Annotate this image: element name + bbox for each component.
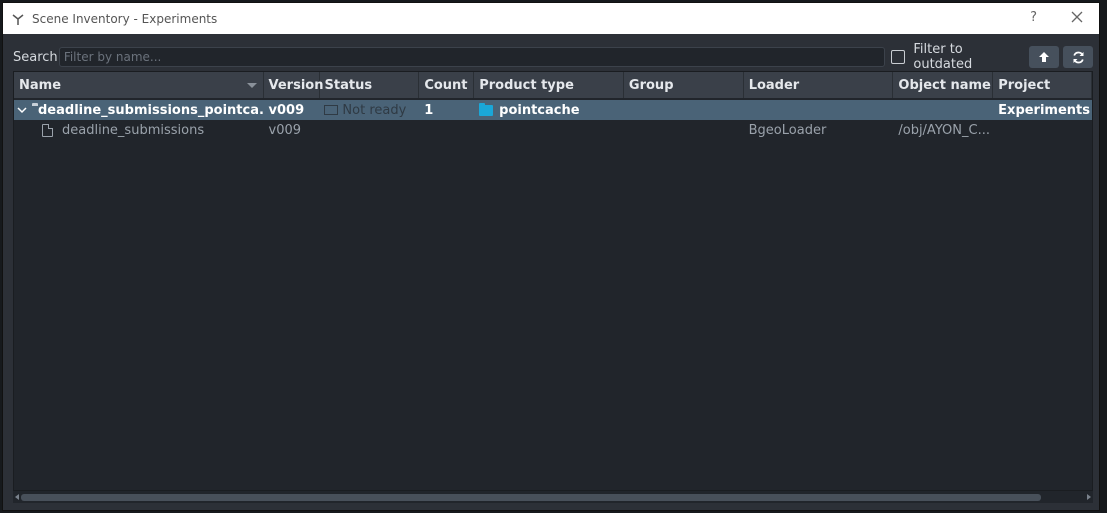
loader-cell: BgeoLoader [748, 122, 827, 138]
inventory-tree[interactable]: Name Version Status Count Product type G… [13, 71, 1093, 491]
scroll-left-icon[interactable] [15, 494, 19, 500]
version-cell[interactable]: v009 [264, 100, 320, 120]
tree-header: Name Version Status Count Product type G… [14, 72, 1092, 98]
title-bar: Scene Inventory - Experiments ? [3, 3, 1099, 34]
refresh-icon [1072, 51, 1084, 63]
object-name-cell [893, 100, 993, 120]
loader-cell [744, 100, 894, 120]
column-count[interactable]: Count [419, 72, 475, 98]
column-object-name[interactable]: Object name [893, 72, 994, 98]
search-bar: Search Filter to outdated [11, 42, 1093, 72]
window-title: Scene Inventory - Experiments [32, 11, 218, 26]
count-cell [419, 120, 474, 140]
group-cell [624, 120, 744, 140]
help-button[interactable]: ? [1030, 10, 1037, 25]
status-icon [324, 105, 339, 115]
project-cell [993, 120, 1092, 140]
status-cell: Not ready [319, 100, 419, 120]
column-name[interactable]: Name [14, 72, 264, 98]
ayon-icon [12, 13, 24, 25]
sort-arrow-icon [246, 83, 257, 88]
folder-icon [479, 102, 494, 116]
table-row[interactable]: deadline_submissions v009 BgeoLoader /ob… [14, 120, 1092, 140]
arrow-up-icon [1039, 52, 1050, 62]
chevron-down-icon[interactable] [16, 104, 28, 116]
update-to-latest-button[interactable] [1029, 46, 1060, 68]
project-cell: Experiments [998, 102, 1090, 118]
status-cell [319, 120, 419, 140]
count-cell: 1 [424, 102, 434, 118]
search-label: Search [13, 49, 58, 65]
product-type-text: pointcache [499, 102, 580, 118]
object-name-cell: /obj/AYON_C... [898, 122, 990, 138]
horizontal-scrollbar[interactable] [13, 491, 1093, 503]
filter-outdated-label: Filter to outdated [913, 42, 973, 72]
version-cell[interactable]: v009 [264, 120, 320, 140]
close-icon[interactable] [1069, 9, 1085, 25]
status-text: Not ready [342, 102, 407, 118]
product-type-cell [474, 120, 624, 140]
filter-outdated-checkbox[interactable] [891, 50, 906, 64]
product-type-cell: pointcache [474, 100, 624, 120]
column-project[interactable]: Project [993, 72, 1092, 98]
filter-outdated-toggle[interactable]: Filter to outdated [891, 42, 1025, 72]
file-icon [42, 123, 53, 137]
refresh-button[interactable] [1063, 46, 1093, 68]
name-cell: deadline_submissions_pointca... [14, 100, 264, 120]
scrollbar-thumb[interactable] [21, 494, 1041, 501]
column-version[interactable]: Version [264, 72, 323, 98]
search-input[interactable] [58, 47, 886, 67]
name-cell: deadline_submissions [14, 120, 264, 140]
column-group[interactable]: Group [624, 72, 744, 98]
table-row[interactable]: deadline_submissions_pointca... v009 Not… [14, 100, 1092, 120]
scene-inventory-window: Scene Inventory - Experiments ? Search F… [2, 2, 1100, 511]
column-product-type[interactable]: Product type [474, 72, 624, 98]
column-loader[interactable]: Loader [744, 72, 894, 98]
group-cell [624, 100, 744, 120]
column-status[interactable]: Status [320, 72, 420, 98]
row-name: deadline_submissions [62, 122, 205, 138]
scroll-right-icon[interactable] [1087, 494, 1091, 500]
row-name: deadline_submissions_pointca... [38, 102, 264, 118]
